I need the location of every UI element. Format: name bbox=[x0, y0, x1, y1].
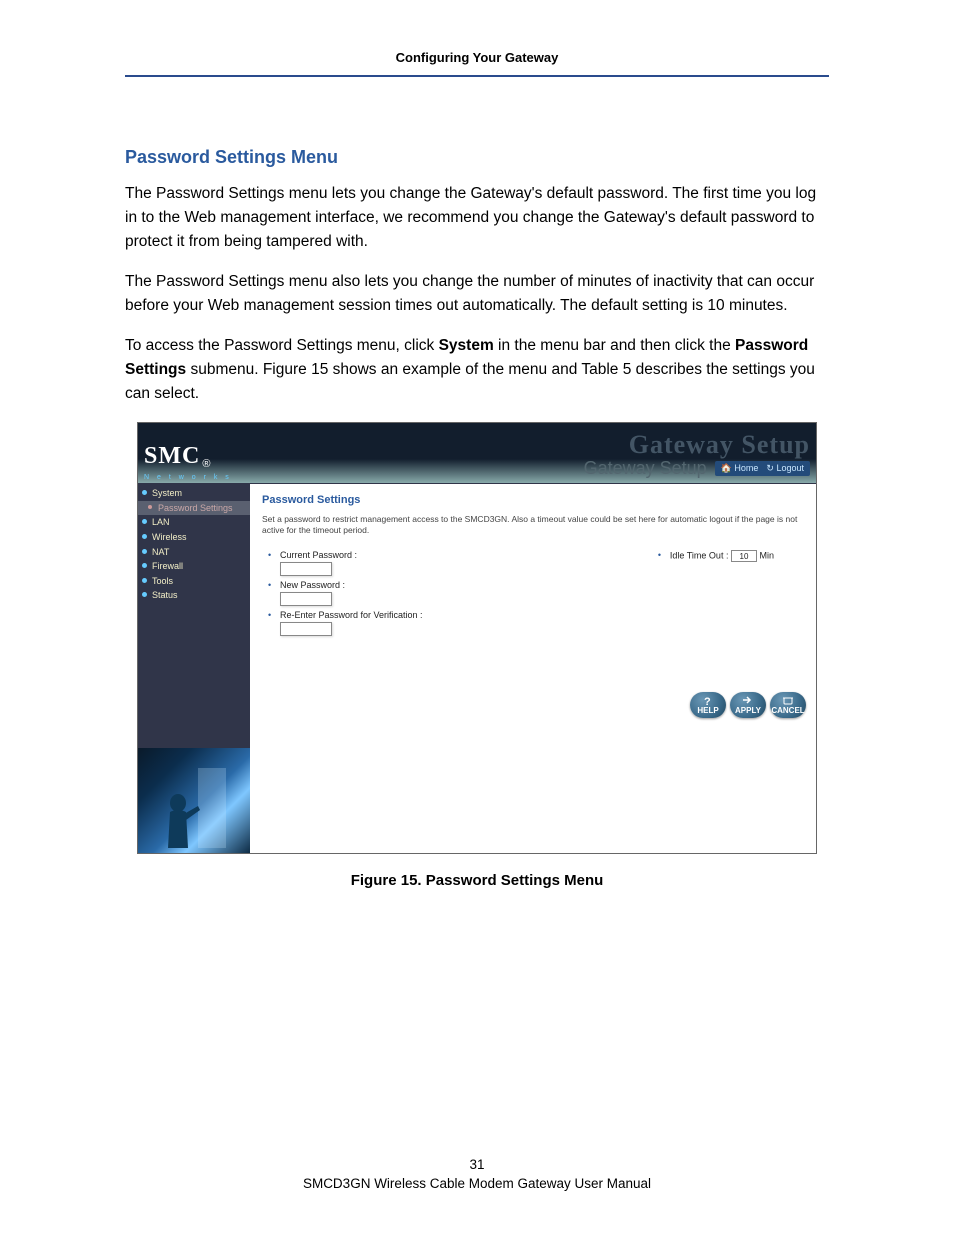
screenshot-header: SMC® N e t w o r k s Gateway Setup Gatew… bbox=[138, 423, 816, 483]
content-description: Set a password to restrict management ac… bbox=[262, 514, 804, 536]
logo-registered-icon: ® bbox=[202, 458, 210, 470]
idle-timeout-label: Idle Time Out : bbox=[670, 551, 729, 561]
new-password-label: New Password : bbox=[280, 580, 345, 590]
footer-line: SMCD3GN Wireless Cable Modem Gateway Use… bbox=[0, 1176, 954, 1191]
sidebar: System Password Settings LAN Wireless NA… bbox=[138, 484, 250, 853]
home-link[interactable]: 🏠 Home bbox=[721, 463, 759, 474]
sidebar-item-system[interactable]: System bbox=[138, 486, 250, 501]
page-header: Configuring Your Gateway bbox=[125, 50, 829, 77]
p3-part-c: in the menu bar and then click the bbox=[494, 337, 735, 354]
apply-button-label: APPLY bbox=[735, 706, 761, 715]
idle-timeout-unit: Min bbox=[759, 551, 774, 561]
logout-link-label: Logout bbox=[776, 463, 804, 473]
confirm-password-label: Re-Enter Password for Verification : bbox=[280, 610, 423, 620]
sidebar-item-nat[interactable]: NAT bbox=[138, 545, 250, 560]
current-password-label: Current Password : bbox=[280, 550, 357, 560]
logo-text: SMC bbox=[144, 443, 200, 470]
help-button[interactable]: ? HELP bbox=[690, 692, 726, 718]
idle-timeout-input[interactable]: 10 bbox=[731, 550, 757, 562]
sidebar-item-password-settings[interactable]: Password Settings bbox=[138, 501, 250, 516]
gateway-setup-title: Gateway Setup bbox=[584, 458, 707, 479]
logo-subtext: N e t w o r k s bbox=[144, 474, 232, 481]
section-title: Password Settings Menu bbox=[125, 147, 829, 168]
content-panel: Password Settings Set a password to rest… bbox=[250, 484, 816, 853]
home-link-label: Home bbox=[734, 463, 758, 473]
cancel-trash-icon bbox=[781, 695, 795, 705]
svg-text:?: ? bbox=[704, 696, 711, 707]
sidebar-decorative-image bbox=[138, 748, 250, 853]
sidebar-item-lan[interactable]: LAN bbox=[138, 515, 250, 530]
sidebar-item-status[interactable]: Status bbox=[138, 588, 250, 603]
smc-logo: SMC® bbox=[144, 443, 232, 476]
help-icon: ? bbox=[701, 695, 715, 707]
sidebar-item-firewall[interactable]: Firewall bbox=[138, 559, 250, 574]
figure-caption: Figure 15. Password Settings Menu bbox=[125, 872, 829, 889]
sidebar-item-wireless[interactable]: Wireless bbox=[138, 530, 250, 545]
confirm-password-input[interactable] bbox=[280, 622, 332, 636]
apply-button[interactable]: APPLY bbox=[730, 692, 766, 718]
field-idle-timeout: Idle Time Out : 10 Min bbox=[670, 550, 774, 562]
field-confirm-password: Re-Enter Password for Verification : bbox=[280, 610, 423, 636]
logout-link[interactable]: ↻ Logout bbox=[766, 463, 804, 474]
header-watermark: Gateway Setup bbox=[629, 432, 810, 458]
page-footer: 31 SMCD3GN Wireless Cable Modem Gateway … bbox=[0, 1157, 954, 1191]
field-new-password: New Password : bbox=[280, 580, 423, 606]
paragraph-2: The Password Settings menu also lets you… bbox=[125, 270, 829, 318]
p3-part-e: submenu. Figure 15 shows an example of t… bbox=[125, 361, 815, 402]
p3-part-a: To access the Password Settings menu, cl… bbox=[125, 337, 439, 354]
screenshot-figure: SMC® N e t w o r k s Gateway Setup Gatew… bbox=[137, 422, 817, 854]
content-heading: Password Settings bbox=[262, 494, 804, 506]
cancel-button[interactable]: CANCEL bbox=[770, 692, 806, 718]
paragraph-1: The Password Settings menu lets you chan… bbox=[125, 182, 829, 254]
page-number: 31 bbox=[0, 1157, 954, 1172]
paragraph-3: To access the Password Settings menu, cl… bbox=[125, 334, 829, 406]
apply-arrow-icon bbox=[741, 695, 755, 705]
new-password-input[interactable] bbox=[280, 592, 332, 606]
cancel-button-label: CANCEL bbox=[771, 706, 804, 715]
sidebar-item-tools[interactable]: Tools bbox=[138, 574, 250, 589]
field-current-password: Current Password : bbox=[280, 550, 423, 576]
current-password-input[interactable] bbox=[280, 562, 332, 576]
help-button-label: HELP bbox=[697, 706, 718, 715]
p3-bold-system: System bbox=[439, 337, 494, 354]
